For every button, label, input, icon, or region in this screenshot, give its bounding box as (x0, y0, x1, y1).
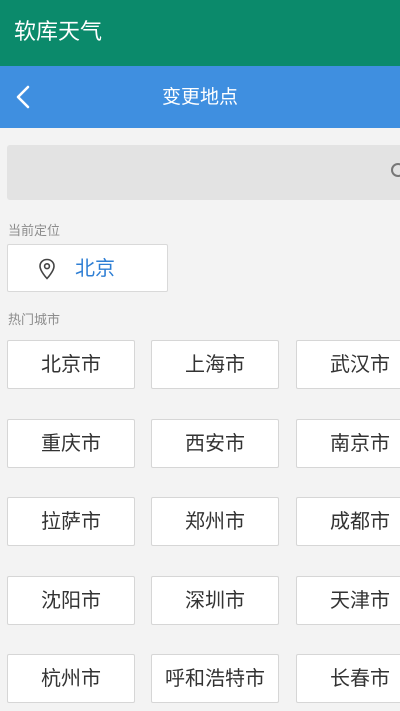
navigation-bar: 变更地点 (0, 66, 400, 128)
app-title: 软库天气 (14, 20, 103, 45)
city-button[interactable]: 重庆市 (7, 419, 135, 468)
city-button[interactable]: 西安市 (151, 419, 279, 468)
city-button[interactable]: 天津市 (296, 576, 400, 625)
back-button[interactable] (6, 78, 44, 116)
chevron-left-icon (16, 85, 30, 109)
city-button[interactable]: 长春市 (296, 654, 400, 703)
current-location-label: 当前定位 (8, 224, 61, 239)
city-button[interactable]: 呼和浩特市 (151, 654, 279, 703)
current-location-button[interactable]: 北京 (7, 244, 168, 292)
city-button[interactable]: 深圳市 (151, 576, 279, 625)
content-area: 当前定位 北京 热门城市 北京市 上海市 武汉市 重庆市 西安市 南京市 拉萨市… (0, 128, 400, 711)
city-button[interactable]: 郑州市 (151, 497, 279, 546)
hot-cities-label: 热门城市 (8, 313, 61, 328)
city-button[interactable]: 沈阳市 (7, 576, 135, 625)
city-button[interactable]: 杭州市 (7, 654, 135, 703)
current-location-city: 北京 (75, 256, 115, 280)
city-button[interactable]: 南京市 (296, 419, 400, 468)
city-button[interactable]: 拉萨市 (7, 497, 135, 546)
page-title: 变更地点 (161, 86, 238, 108)
map-pin-icon (39, 258, 55, 280)
city-button[interactable]: 成都市 (296, 497, 400, 546)
city-button[interactable]: 北京市 (7, 340, 135, 389)
city-button[interactable]: 上海市 (151, 340, 279, 389)
search-icon[interactable] (390, 162, 400, 182)
app-title-bar: 软库天气 (0, 0, 400, 66)
search-input[interactable] (7, 145, 400, 200)
city-button[interactable]: 武汉市 (296, 340, 400, 389)
